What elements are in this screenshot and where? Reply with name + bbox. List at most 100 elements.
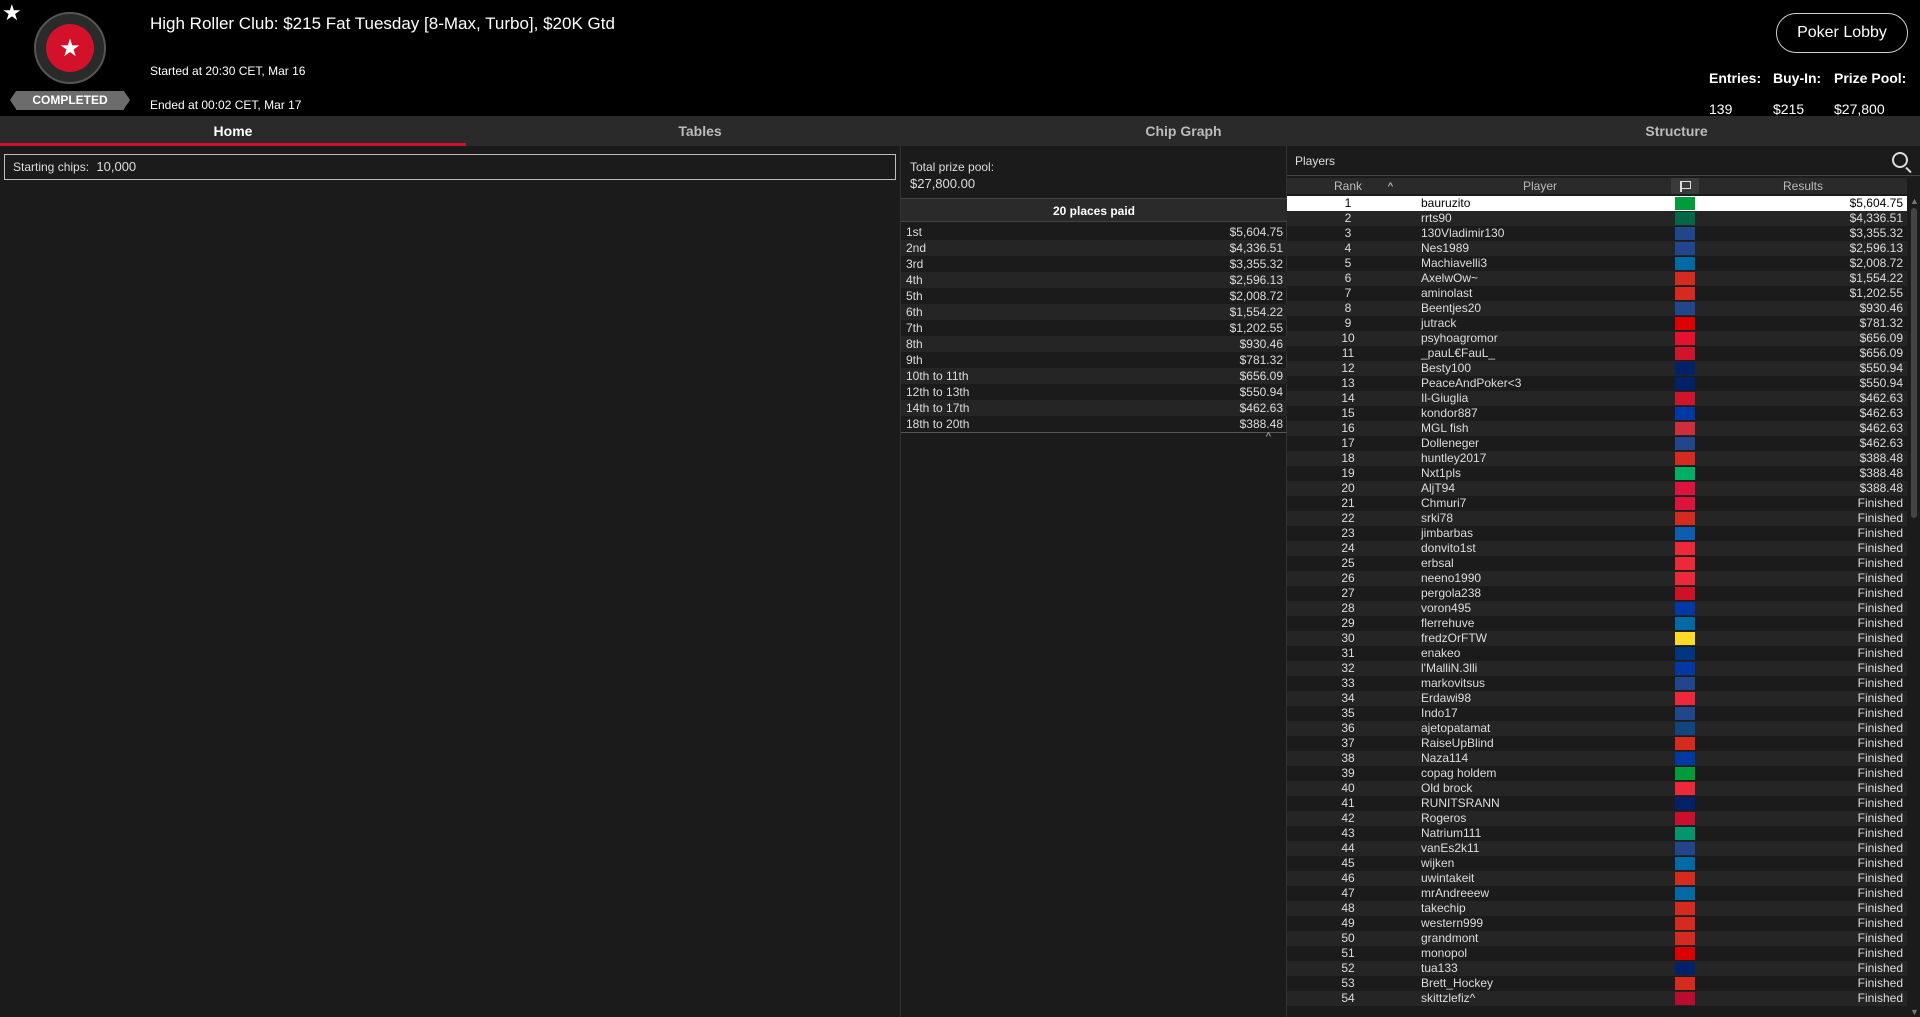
tab-home[interactable]: Home xyxy=(0,116,466,146)
player-rank: 18 xyxy=(1341,451,1355,465)
player-row[interactable]: 9 jutrack $781.32 xyxy=(1287,316,1907,331)
player-name: Nes1989 xyxy=(1421,241,1470,255)
country-flag-icon xyxy=(1671,406,1699,421)
player-row[interactable]: 39 copag holdem Finished xyxy=(1287,766,1907,781)
player-row[interactable]: 46 uwintakeit Finished xyxy=(1287,871,1907,886)
player-name: wijken xyxy=(1421,856,1455,870)
player-row[interactable]: 1 bauruzito $5,604.75 xyxy=(1287,196,1907,211)
payout-place: 4th xyxy=(906,273,923,287)
player-rank: 53 xyxy=(1341,976,1355,990)
player-row[interactable]: 12 Besty100 $550.94 xyxy=(1287,361,1907,376)
country-flag-icon xyxy=(1671,976,1699,991)
payout-amount: $2,008.72 xyxy=(1229,289,1283,303)
scroll-up-icon[interactable]: ▲ xyxy=(1910,196,1919,206)
player-row[interactable]: 17 Dolleneger $462.63 xyxy=(1287,436,1907,451)
player-row[interactable]: 48 takechip Finished xyxy=(1287,901,1907,916)
players-list: 1 bauruzito $5,604.75 2 rrts90 $4,336.51 3 130V… xyxy=(1287,196,1907,1017)
player-row[interactable]: 38 Naza114 Finished xyxy=(1287,751,1907,766)
player-row[interactable]: 28 voron495 Finished xyxy=(1287,601,1907,616)
search-icon[interactable] xyxy=(1892,152,1908,168)
tab-tables[interactable]: Tables xyxy=(466,116,934,146)
player-row[interactable]: 37 RaiseUpBlind Finished xyxy=(1287,736,1907,751)
player-row[interactable]: 6 AxelwOw~ $1,554.22 xyxy=(1287,271,1907,286)
chevron-up-icon[interactable]: ^ xyxy=(1266,431,1271,443)
player-row[interactable]: 33 markovitsus Finished xyxy=(1287,676,1907,691)
tab-chip-graph[interactable]: Chip Graph xyxy=(934,116,1433,146)
payout-amount: $656.09 xyxy=(1239,369,1283,383)
player-row[interactable]: 25 erbsal Finished xyxy=(1287,556,1907,571)
player-row[interactable]: 23 jimbarbas Finished xyxy=(1287,526,1907,541)
favorite-star-icon[interactable]: ★ xyxy=(2,2,22,24)
start-time: Started at 20:30 CET, Mar 16 xyxy=(150,64,306,78)
player-row[interactable]: 4 Nes1989 $2,596.13 xyxy=(1287,241,1907,256)
player-row[interactable]: 14 Il-Giuglia $462.63 xyxy=(1287,391,1907,406)
player-row[interactable]: 30 fredzOrFTW Finished xyxy=(1287,631,1907,646)
country-flag-icon xyxy=(1671,931,1699,946)
player-row[interactable]: 22 srki78 Finished xyxy=(1287,511,1907,526)
column-country[interactable] xyxy=(1671,178,1699,194)
starting-chips-value: 10,000 xyxy=(96,159,137,174)
player-row[interactable]: 21 Chmuri7 Finished xyxy=(1287,496,1907,511)
player-row[interactable]: 35 Indo17 Finished xyxy=(1287,706,1907,721)
scroll-thumb[interactable] xyxy=(1911,208,1917,518)
player-row[interactable]: 16 MGL fish $462.63 xyxy=(1287,421,1907,436)
player-row[interactable]: 26 neeno1990 Finished xyxy=(1287,571,1907,586)
player-row[interactable]: 10 psyhoagromor $656.09 xyxy=(1287,331,1907,346)
player-rank: 54 xyxy=(1341,991,1355,1005)
player-row[interactable]: 7 aminolast $1,202.55 xyxy=(1287,286,1907,301)
player-row[interactable]: 49 western999 Finished xyxy=(1287,916,1907,931)
player-name: vanEs2k11 xyxy=(1421,841,1480,855)
player-name: srki78 xyxy=(1421,511,1454,525)
player-row[interactable]: 53 Brett_Hockey Finished xyxy=(1287,976,1907,991)
country-flag-icon xyxy=(1671,466,1699,481)
poker-lobby-button[interactable]: Poker Lobby xyxy=(1776,13,1908,53)
player-row[interactable]: 51 monopol Finished xyxy=(1287,946,1907,961)
player-row[interactable]: 54 skittzlefiz^ Finished xyxy=(1287,991,1907,1006)
player-row[interactable]: 41 RUNITSRANN Finished xyxy=(1287,796,1907,811)
player-row[interactable]: 24 donvito1st Finished xyxy=(1287,541,1907,556)
payout-row: 12th to 13th $550.94 xyxy=(901,384,1287,400)
player-row[interactable]: 8 Beentjes20 $930.46 xyxy=(1287,301,1907,316)
player-rank: 43 xyxy=(1341,826,1355,840)
player-row[interactable]: 40 Old brock Finished xyxy=(1287,781,1907,796)
player-row[interactable]: 13 PeaceAndPoker<3 $550.94 xyxy=(1287,376,1907,391)
payout-row: 14th to 17th $462.63 xyxy=(901,400,1287,416)
payout-place: 2nd xyxy=(906,241,927,255)
player-name: RUNITSRANN xyxy=(1421,796,1500,810)
player-row[interactable]: 29 flerrehuve Finished xyxy=(1287,616,1907,631)
player-row[interactable]: 3 130Vladimir130 $3,355.32 xyxy=(1287,226,1907,241)
scroll-down-icon[interactable]: ▼ xyxy=(1910,1007,1919,1017)
player-row[interactable]: 32 l'MalliN.3lli Finished xyxy=(1287,661,1907,676)
player-row[interactable]: 47 mrAndreeew Finished xyxy=(1287,886,1907,901)
tab-structure[interactable]: Structure xyxy=(1433,116,1920,146)
column-results[interactable]: Results xyxy=(1699,178,1907,194)
country-flag-icon xyxy=(1671,721,1699,736)
column-rank[interactable]: Rank ^ xyxy=(1287,178,1409,194)
player-row[interactable]: 15 kondor887 $462.63 xyxy=(1287,406,1907,421)
player-row[interactable]: 31 enakeo Finished xyxy=(1287,646,1907,661)
player-result: Finished xyxy=(1857,751,1903,765)
player-row[interactable]: 19 Nxt1pls $388.48 xyxy=(1287,466,1907,481)
player-rank: 31 xyxy=(1341,646,1355,660)
player-row[interactable]: 2 rrts90 $4,336.51 xyxy=(1287,211,1907,226)
player-row[interactable]: 52 tua133 Finished xyxy=(1287,961,1907,976)
player-row[interactable]: 34 Erdawi98 Finished xyxy=(1287,691,1907,706)
player-row[interactable]: 18 huntley2017 $388.48 xyxy=(1287,451,1907,466)
player-row[interactable]: 45 wijken Finished xyxy=(1287,856,1907,871)
player-row[interactable]: 11 _pauL€FauL_ $656.09 xyxy=(1287,346,1907,361)
column-player[interactable]: Player xyxy=(1409,178,1671,194)
player-result: Finished xyxy=(1857,556,1903,570)
player-row[interactable]: 44 vanEs2k11 Finished xyxy=(1287,841,1907,856)
player-row[interactable]: 20 AljT94 $388.48 xyxy=(1287,481,1907,496)
payout-row: 2nd $4,336.51 xyxy=(901,240,1287,256)
country-flag-icon xyxy=(1671,241,1699,256)
player-row[interactable]: 27 pergola238 Finished xyxy=(1287,586,1907,601)
players-scrollbar[interactable]: ▲ ▼ xyxy=(1910,196,1919,1017)
player-row[interactable]: 5 Machiavelli3 $2,008.72 xyxy=(1287,256,1907,271)
player-row[interactable]: 36 ajetopatamat Finished xyxy=(1287,721,1907,736)
collapse-toggle[interactable]: ^ xyxy=(901,431,1287,444)
player-row[interactable]: 43 Natrium111 Finished xyxy=(1287,826,1907,841)
player-row[interactable]: 42 Rogeros Finished xyxy=(1287,811,1907,826)
player-row[interactable]: 50 grandmont Finished xyxy=(1287,931,1907,946)
player-name: MGL fish xyxy=(1421,421,1469,435)
